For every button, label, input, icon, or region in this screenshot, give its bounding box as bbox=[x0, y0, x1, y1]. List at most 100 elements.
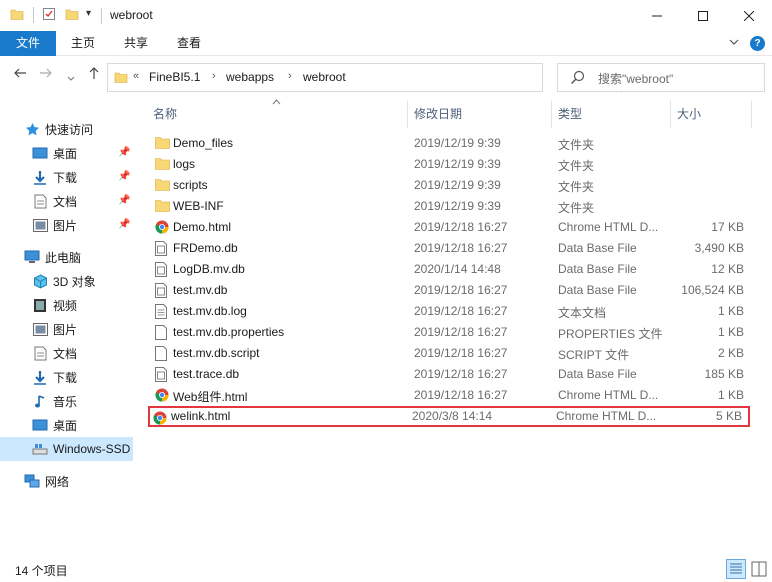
file-date: 2019/12/18 16:27 bbox=[414, 283, 508, 297]
file-date: 2019/12/18 16:27 bbox=[414, 220, 508, 234]
up-arrow-icon[interactable] bbox=[87, 66, 101, 84]
file-name: test.mv.db.log bbox=[173, 304, 247, 318]
chevron-right-icon[interactable]: › bbox=[212, 70, 216, 82]
sidebar-item-label: 视频 bbox=[53, 298, 78, 313]
details-view-button[interactable] bbox=[726, 559, 746, 579]
file-type: Chrome HTML D... bbox=[558, 220, 659, 234]
pin-icon[interactable]: 📌 bbox=[118, 171, 130, 182]
column-header-date[interactable]: 修改日期 bbox=[408, 100, 551, 128]
column-header-name[interactable]: 名称 bbox=[147, 100, 407, 128]
file-size: 1 KB bbox=[717, 325, 744, 339]
file-row[interactable]: test.mv.db.script 2019/12/18 16:27 SCRIPT … bbox=[150, 343, 750, 364]
file-date: 2020/1/14 14:48 bbox=[414, 262, 501, 276]
breadcrumb-finebi[interactable]: FineBI5.1 bbox=[149, 70, 200, 84]
minimize-button[interactable] bbox=[634, 0, 680, 31]
file-row[interactable]: Demo.html 2019/12/18 16:27 Chrome HTML D..… bbox=[150, 217, 750, 238]
file-name: Demo_files bbox=[173, 136, 234, 150]
help-icon[interactable]: ? bbox=[750, 36, 765, 51]
large-icons-view-button[interactable] bbox=[749, 559, 769, 579]
search-placeholder: 搜索"webroot" bbox=[598, 72, 674, 86]
file-type: 文本文档 bbox=[558, 306, 607, 320]
file-row[interactable]: test.mv.db.properties 2019/12/18 16:27 PRO… bbox=[150, 322, 750, 343]
sidebar-item-documents[interactable]: 文档 bbox=[32, 189, 77, 213]
sidebar-item-pictures-pc[interactable]: 图片 bbox=[32, 317, 77, 341]
maximize-button[interactable] bbox=[680, 0, 726, 31]
chrome-icon bbox=[153, 411, 167, 426]
file-row[interactable]: Web组件.html 2019/12/18 16:27 Chrome HTML D.… bbox=[150, 385, 750, 406]
sidebar-item-pictures[interactable]: 图片 bbox=[32, 213, 77, 237]
expand-ribbon-icon[interactable] bbox=[729, 37, 739, 50]
sidebar-item-label: 文档 bbox=[53, 194, 78, 209]
search-input[interactable]: 搜索"webroot" bbox=[557, 63, 765, 92]
sidebar-item-3d-objects[interactable]: 3D 对象 bbox=[32, 269, 96, 293]
file-date: 2019/12/18 16:27 bbox=[414, 346, 508, 360]
sidebar-item-desktop-pc[interactable]: 桌面 bbox=[32, 413, 77, 437]
file-row[interactable]: LogDB.mv.db 2020/1/14 14:48 Data Base File… bbox=[150, 259, 750, 280]
tab-view[interactable]: 查看 bbox=[165, 31, 213, 56]
file-type: 文件夹 bbox=[558, 201, 595, 215]
chrome-icon bbox=[155, 388, 169, 403]
breadcrumb-webapps[interactable]: webapps bbox=[226, 70, 274, 84]
file-size: 2 KB bbox=[717, 346, 744, 360]
db-file-icon bbox=[155, 367, 169, 382]
file-row[interactable]: Demo_files 2019/12/19 9:39 文件夹 bbox=[150, 133, 750, 154]
folder-icon bbox=[114, 70, 128, 87]
file-row[interactable]: welink.html 2020/3/8 14:14 Chrome HTML D..… bbox=[148, 406, 750, 427]
sidebar-item-documents-pc[interactable]: 文档 bbox=[32, 341, 77, 365]
file-date: 2020/3/8 14:14 bbox=[412, 409, 493, 423]
pin-icon[interactable]: 📌 bbox=[118, 147, 130, 158]
sidebar-item-network[interactable]: 网络 bbox=[24, 469, 69, 493]
close-button[interactable] bbox=[726, 0, 772, 31]
tab-file[interactable]: 文件 bbox=[0, 31, 56, 56]
sidebar-item-downloads[interactable]: 下载 bbox=[32, 165, 77, 189]
file-date: 2019/12/18 16:27 bbox=[414, 325, 508, 339]
file-type: Chrome HTML D... bbox=[558, 388, 659, 402]
search-icon bbox=[570, 70, 585, 88]
breadcrumb-overflow[interactable]: « bbox=[133, 70, 139, 82]
desktop-icon bbox=[32, 145, 48, 161]
pin-icon[interactable]: 📌 bbox=[118, 219, 130, 230]
network-icon bbox=[24, 473, 40, 489]
download-icon bbox=[32, 169, 48, 185]
column-header-type[interactable]: 类型 bbox=[552, 100, 670, 128]
file-name: test.mv.db.properties bbox=[173, 325, 285, 339]
file-type: 文件夹 bbox=[558, 159, 595, 173]
qa-dropdown-icon[interactable]: ▾ bbox=[86, 8, 91, 19]
file-row[interactable]: WEB-INF 2019/12/19 9:39 文件夹 bbox=[150, 196, 750, 217]
address-bar[interactable]: « FineBI5.1 › webapps › webroot bbox=[107, 63, 642, 93]
tab-home[interactable]: 主页 bbox=[59, 31, 107, 56]
properties-icon[interactable] bbox=[42, 7, 56, 24]
file-row[interactable]: scripts 2019/12/19 9:39 文件夹 bbox=[150, 175, 750, 196]
file-name: Web组件.html bbox=[173, 390, 248, 404]
file-row[interactable]: test.trace.db 2019/12/18 16:27 Data Base F… bbox=[150, 364, 750, 385]
sidebar-item-quick-access[interactable]: 快速访问 bbox=[24, 117, 93, 141]
file-name: welink.html bbox=[171, 409, 231, 423]
column-header-size[interactable]: 大小 bbox=[671, 100, 751, 128]
tab-share[interactable]: 共享 bbox=[112, 31, 160, 56]
sidebar-item-windows-ssd[interactable]: Windows-SSD bbox=[0, 437, 133, 461]
recent-locations-icon[interactable] bbox=[67, 70, 75, 87]
column-divider[interactable] bbox=[751, 100, 752, 128]
file-row[interactable]: test.mv.db 2019/12/18 16:27 Data Base File… bbox=[150, 280, 750, 301]
folder-icon bbox=[155, 178, 170, 193]
forward-arrow-icon[interactable] bbox=[39, 66, 53, 84]
file-date: 2019/12/18 16:27 bbox=[414, 304, 508, 318]
sidebar-item-downloads-pc[interactable]: 下载 bbox=[32, 365, 77, 389]
back-arrow-icon[interactable] bbox=[13, 66, 27, 84]
new-folder-icon[interactable] bbox=[65, 7, 79, 24]
chevron-right-icon[interactable]: › bbox=[288, 70, 292, 82]
sidebar-item-this-pc[interactable]: 此电脑 bbox=[24, 245, 81, 269]
music-icon bbox=[32, 393, 48, 409]
breadcrumb-webroot[interactable]: webroot bbox=[303, 70, 346, 84]
sidebar-item-desktop[interactable]: 桌面 bbox=[32, 141, 77, 165]
file-row[interactable]: FRDemo.db 2019/12/18 16:27 Data Base File 3… bbox=[150, 238, 750, 259]
sidebar-item-label: 桌面 bbox=[53, 146, 78, 161]
sidebar-item-videos[interactable]: 视频 bbox=[32, 293, 77, 317]
video-icon bbox=[32, 297, 48, 313]
sidebar-item-music[interactable]: 音乐 bbox=[32, 389, 77, 413]
blank-file-icon bbox=[155, 325, 169, 340]
file-row[interactable]: test.mv.db.log 2019/12/18 16:27 文本文档 1 KB bbox=[150, 301, 750, 322]
pin-icon[interactable]: 📌 bbox=[118, 195, 130, 206]
folder-icon bbox=[10, 7, 24, 24]
file-row[interactable]: logs 2019/12/19 9:39 文件夹 bbox=[150, 154, 750, 175]
